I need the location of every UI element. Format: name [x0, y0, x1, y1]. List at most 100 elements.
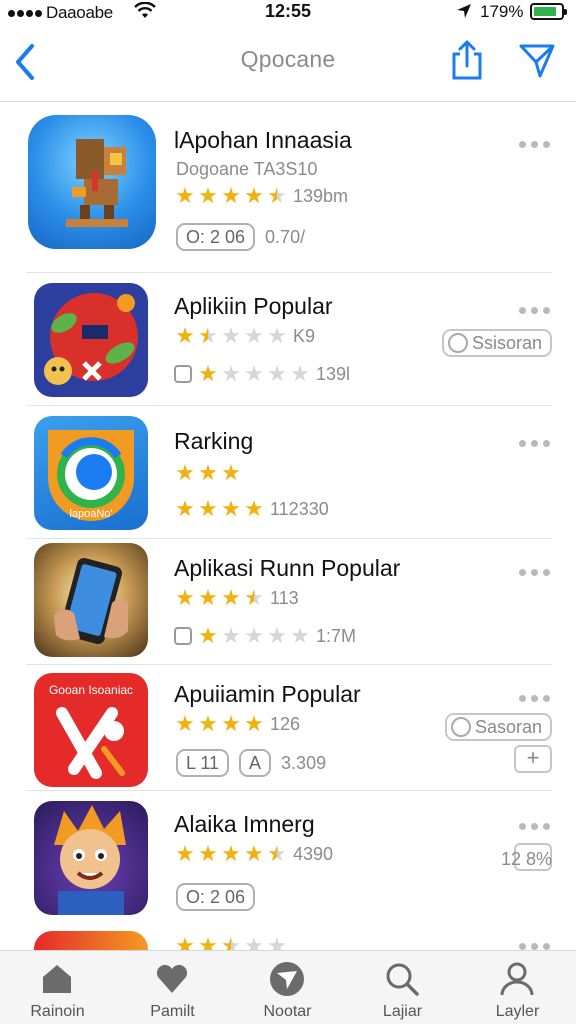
- more-options-icon[interactable]: [519, 943, 550, 950]
- star-icon: ★: [244, 841, 264, 866]
- star-rating-secondary: ★ ★ ★ ★ 112330: [174, 498, 329, 520]
- cartoon-hero-icon: [54, 805, 126, 915]
- list-item[interactable]: Aplikasi Runn Popular ★ ★ ★ ★ 113 ★ ★ ★ ★ ★ 1:7…: [0, 539, 576, 665]
- icon-caption: lapoaNo': [69, 508, 113, 520]
- search-icon: [386, 963, 419, 996]
- star-icon: ★: [198, 933, 218, 952]
- app-meta-controls: L 11 A 3.309: [176, 749, 326, 777]
- rating-count-secondary: 1:7M: [316, 626, 357, 646]
- star-rating-secondary: ★ ★ ★ ★ ★ 139l: [174, 363, 350, 385]
- side-value: 12 8%: [500, 849, 552, 869]
- tab-label: Lajiar: [382, 1003, 423, 1020]
- checkbox-icon[interactable]: [174, 627, 192, 645]
- robot-character-icon: [66, 139, 128, 227]
- star-icon: ★: [244, 323, 264, 348]
- star-icon: ★: [267, 361, 287, 386]
- meta-text: 3.309: [281, 752, 327, 773]
- share-icon[interactable]: [450, 38, 484, 82]
- tab-home[interactable]: Rainoin: [0, 951, 115, 1024]
- star-icon: ★: [244, 933, 264, 952]
- side-action-label: Ssisoran: [471, 332, 542, 353]
- tab-favorites[interactable]: Pamilt: [115, 951, 230, 1024]
- star-icon: ★: [244, 585, 264, 610]
- meta-pill[interactable]: O: 2 06: [176, 883, 256, 911]
- rating-count: 126: [270, 714, 301, 734]
- app-icon[interactable]: lapoaNo': [34, 416, 148, 530]
- person-icon: [500, 962, 534, 996]
- carrier-name: Daaoabe: [46, 3, 113, 22]
- rating-count: K9: [293, 326, 316, 346]
- star-rating: ★ ★ ★ ★ ★ 139bm: [174, 185, 348, 207]
- more-options-icon[interactable]: [519, 141, 550, 148]
- star-icon: ★: [267, 841, 287, 866]
- star-icon: ★: [198, 361, 218, 386]
- star-icon: ★: [198, 585, 218, 610]
- star-icon: ★: [198, 496, 218, 521]
- more-options-icon[interactable]: [519, 569, 550, 576]
- signal-dots-icon: [8, 9, 42, 17]
- circle-icon: [447, 333, 468, 353]
- more-options-icon[interactable]: [519, 823, 550, 830]
- meta-pill-2[interactable]: A: [239, 749, 272, 777]
- navigate-icon: [270, 962, 304, 996]
- checkbox-icon[interactable]: [174, 365, 192, 383]
- add-button[interactable]: +: [514, 745, 552, 773]
- star-icon: ★: [221, 323, 241, 348]
- list-item[interactable]: Alaika Imnerg ★ ★ ★ ★ ★ 4390 O: 2 06 12 8%: [0, 791, 576, 921]
- list-item[interactable]: lapoaNo' Rarking ★ ★ ★ ★ ★ ★ ★ 112330: [0, 406, 576, 539]
- star-icon: ★: [198, 711, 218, 736]
- list-item[interactable]: ★ ★ ★ ★ ★: [0, 921, 576, 951]
- tab-label: Nootar: [263, 1003, 312, 1020]
- app-name: Aplikasi Runn Popular: [174, 555, 401, 581]
- more-options-icon[interactable]: [519, 440, 550, 447]
- tab-label: Layler: [495, 1003, 540, 1020]
- star-icon: ★: [175, 323, 195, 348]
- star-rating: ★ ★ ★ ★ ★ K9: [174, 325, 315, 347]
- star-icon: ★: [267, 623, 287, 648]
- phone-in-hand-icon: [54, 557, 128, 645]
- side-action-button[interactable]: Ssisoran: [441, 329, 552, 357]
- star-icon: ★: [244, 623, 264, 648]
- app-name: Aplikiin Popular: [174, 293, 333, 319]
- star-icon: ★: [175, 711, 195, 736]
- app-name: lApohan Innaasia: [174, 127, 352, 153]
- list-item[interactable]: lApohan Innaasia Dogoane TA3S10 ★ ★ ★ ★ ★ 13…: [0, 103, 576, 273]
- star-icon: ★: [198, 841, 218, 866]
- list-item[interactable]: Gooan Isoaniac Apuiiamin Popular ★ ★ ★ ★ 12…: [0, 665, 576, 871]
- star-icon: ★: [221, 183, 241, 208]
- app-icon[interactable]: [34, 283, 148, 397]
- star-rating: ★ ★ ★: [174, 462, 242, 484]
- app-meta: O: 2 06: [176, 883, 256, 911]
- tab-label: Rainoin: [30, 1003, 85, 1020]
- star-icon: ★: [198, 323, 218, 348]
- meta-pill[interactable]: O: 2 06: [176, 223, 256, 251]
- star-icon: ★: [175, 183, 195, 208]
- star-icon: ★: [198, 460, 218, 485]
- app-icon[interactable]: [34, 543, 148, 657]
- tab-navigate[interactable]: Nootar: [230, 951, 345, 1024]
- app-icon[interactable]: [34, 931, 148, 951]
- circle-icon: [450, 717, 471, 737]
- app-icon[interactable]: Gooan Isoaniac: [34, 673, 148, 787]
- star-icon: ★: [175, 585, 195, 610]
- battery-icon: [530, 3, 567, 20]
- star-rating-secondary: ★ ★ ★ ★ ★ 1:7M: [174, 625, 356, 647]
- more-options-icon[interactable]: [519, 307, 550, 314]
- meta-pill[interactable]: L 11: [176, 749, 230, 777]
- more-options-icon[interactable]: [519, 695, 550, 702]
- star-icon: ★: [267, 183, 287, 208]
- side-action-button[interactable]: Sasoran: [444, 713, 552, 741]
- star-rating: ★ ★ ★ ★ 113: [174, 587, 299, 609]
- tab-search[interactable]: Lajiar: [345, 951, 460, 1024]
- send-icon[interactable]: [518, 40, 556, 80]
- app-icon[interactable]: [34, 801, 148, 915]
- list-item[interactable]: Aplikiin Popular ★ ★ ★ ★ ★ K9 ★ ★ ★ ★ ★ 139l Ssi…: [0, 273, 576, 406]
- tab-profile[interactable]: Layler: [460, 951, 575, 1024]
- star-icon: ★: [175, 933, 195, 952]
- star-icon: ★: [175, 841, 195, 866]
- star-icon: ★: [267, 933, 287, 952]
- app-icon[interactable]: [28, 115, 156, 249]
- side-action-label: Sasoran: [474, 716, 542, 737]
- star-icon: ★: [267, 323, 287, 348]
- star-icon: ★: [221, 711, 241, 736]
